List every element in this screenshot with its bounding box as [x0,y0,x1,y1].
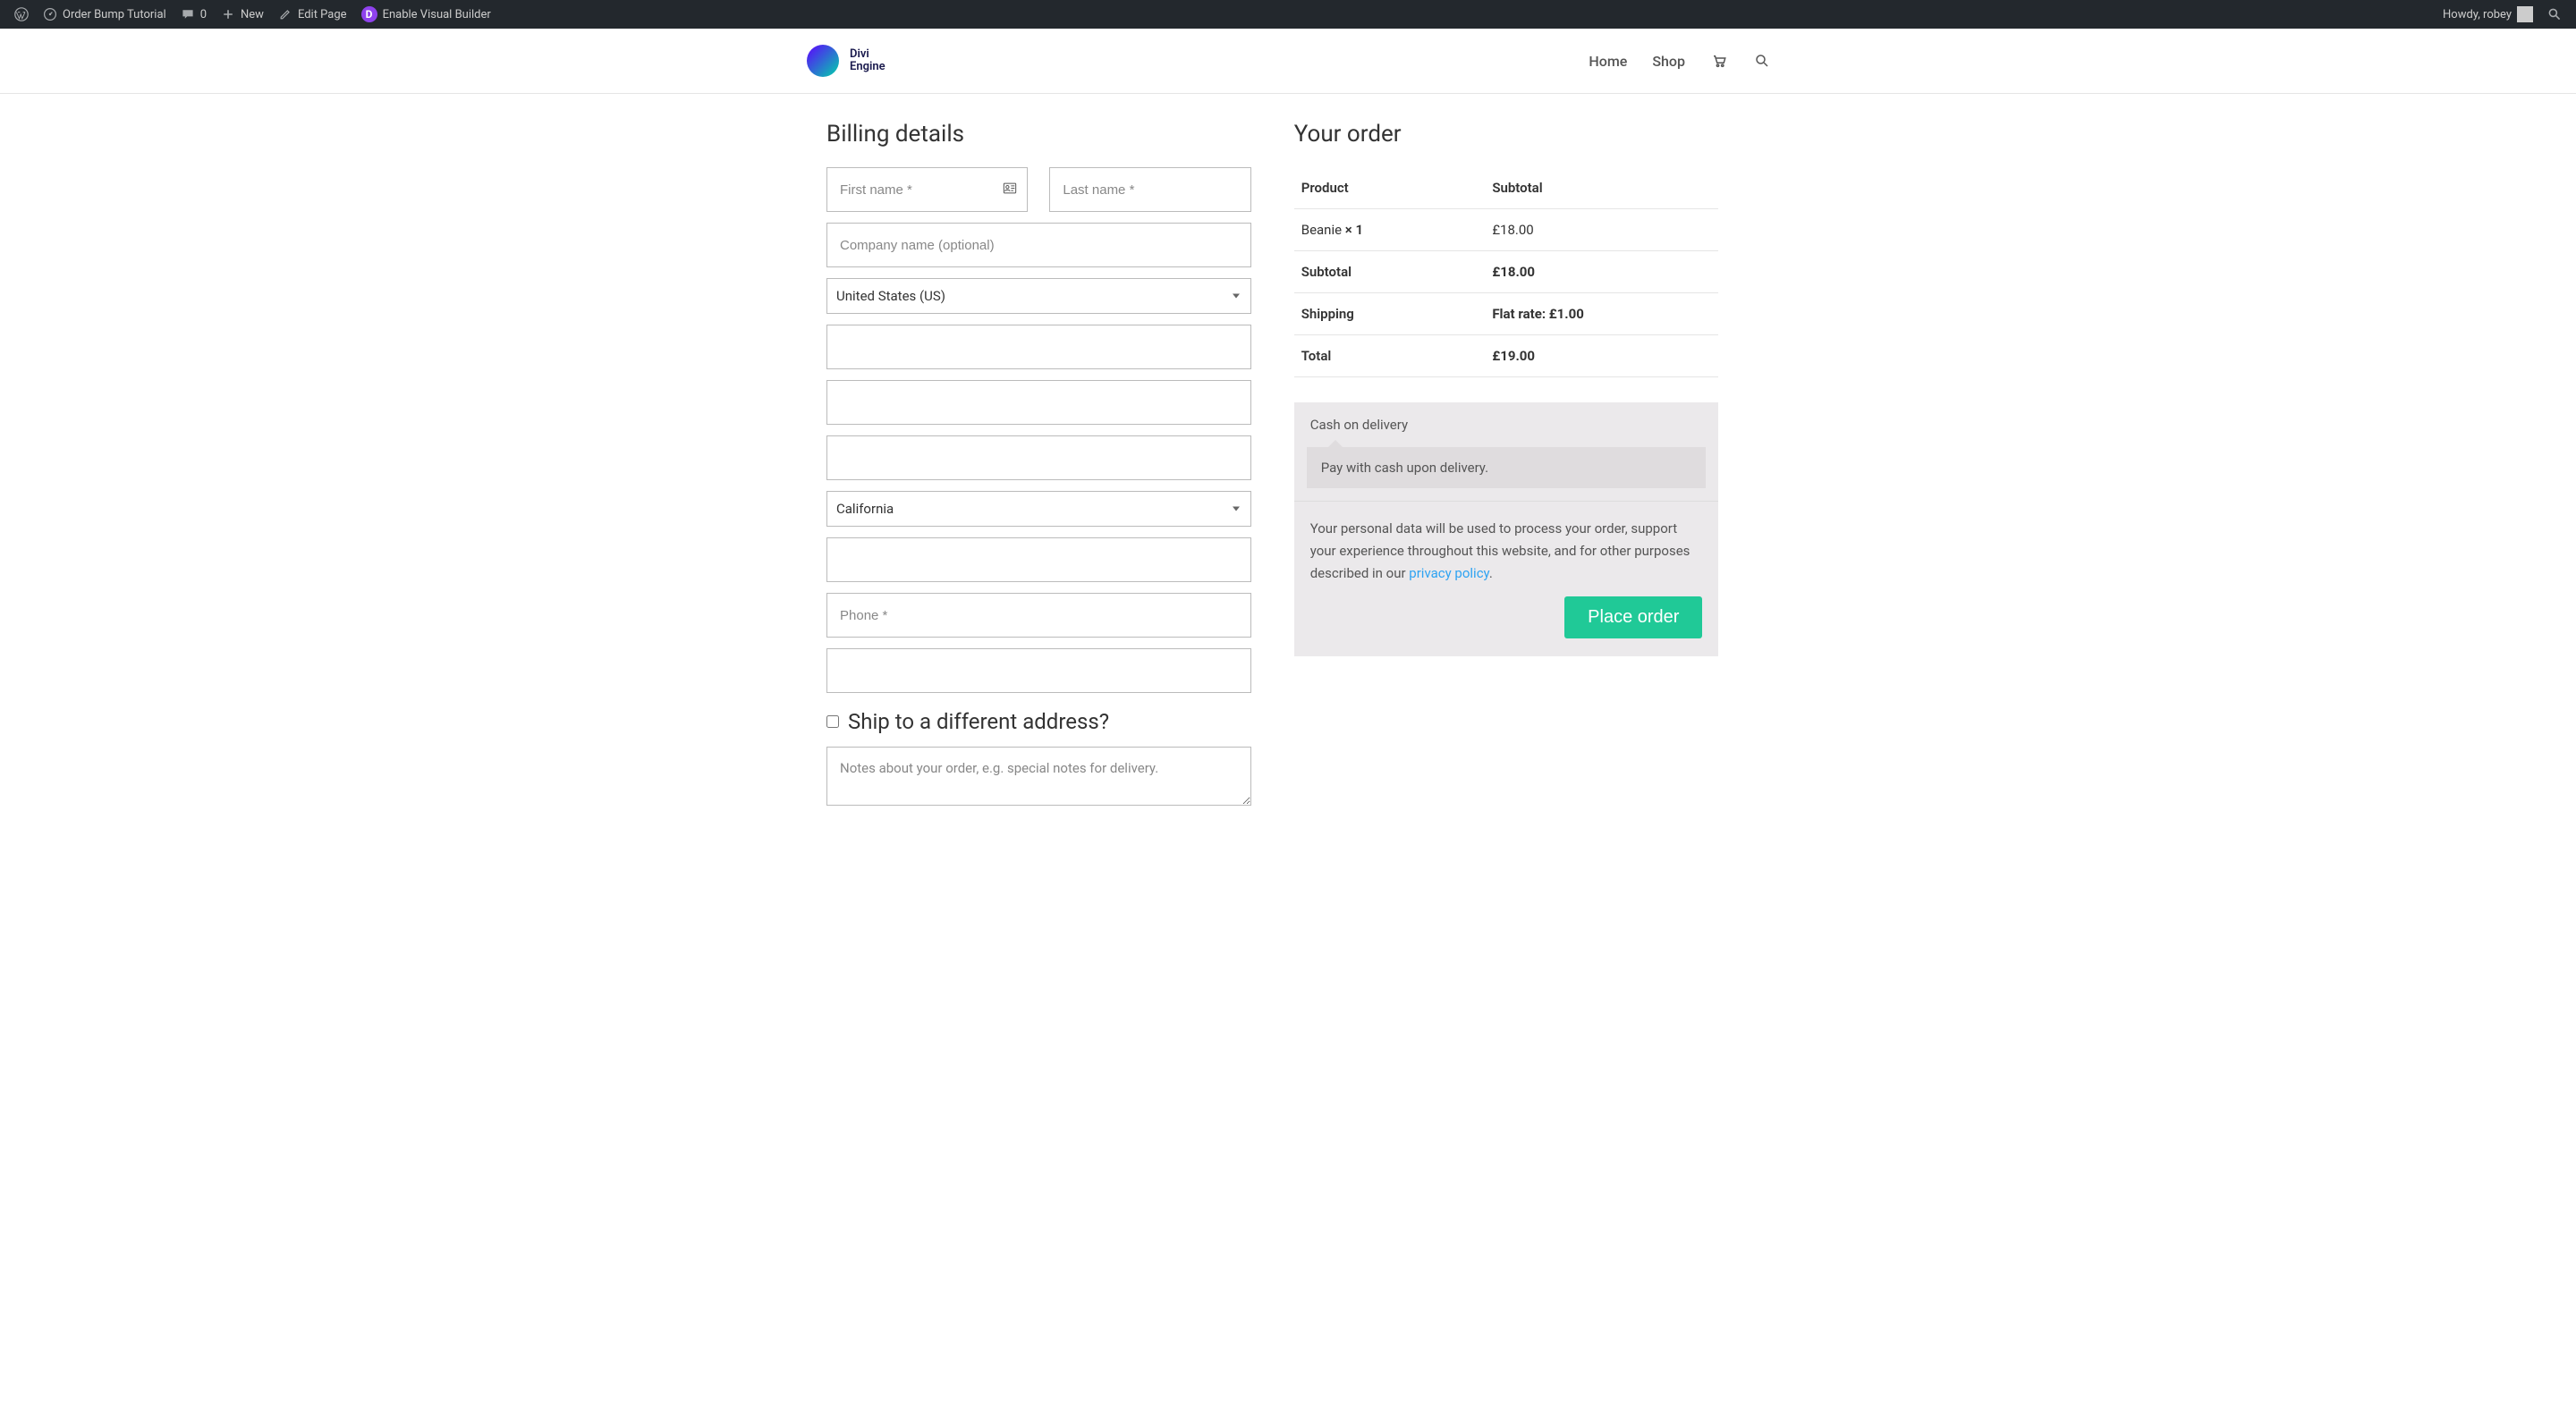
howdy-text: Howdy, robey [2443,8,2512,21]
subtotal-row: Subtotal £18.00 [1294,251,1719,293]
billing-details-column: Billing details United States (US) [826,121,1251,820]
order-item-name: Beanie × 1 [1294,209,1486,251]
shipping-label: Shipping [1294,293,1486,335]
payment-method-description: Pay with cash upon delivery. [1307,447,1707,488]
privacy-policy-link[interactable]: privacy policy [1409,565,1489,581]
total-row: Total £19.00 [1294,335,1719,377]
nav-shop[interactable]: Shop [1652,53,1685,70]
admin-search[interactable] [2540,0,2569,29]
dashboard-icon [43,7,57,21]
comment-icon [181,7,195,21]
site-name-menu[interactable]: Order Bump Tutorial [36,0,174,29]
new-label: New [241,8,264,21]
shipping-value: Flat rate: £1.00 [1485,293,1718,335]
state-selected-label: California [836,501,894,517]
user-account-menu[interactable]: Howdy, robey [2436,0,2540,29]
plus-icon [221,7,235,21]
payment-method-cod[interactable]: Cash on delivery [1294,402,1719,436]
order-title: Your order [1294,121,1719,148]
order-item-price: £18.00 [1485,209,1718,251]
email-field[interactable] [826,648,1251,693]
place-order-box: Your personal data will be used to proce… [1294,502,1719,656]
admin-bar-right: Howdy, robey [2436,0,2569,29]
checkout-page: Billing details United States (US) [805,121,1771,820]
divi-icon: D [361,6,377,22]
city-field[interactable] [826,435,1251,480]
ship-different-label[interactable]: Ship to a different address? [848,709,1109,734]
edit-page-label: Edit Page [298,8,347,21]
last-name-field[interactable] [1049,167,1250,212]
order-notes-field[interactable] [826,747,1251,806]
company-name-field[interactable] [826,223,1251,267]
comments-menu[interactable]: 0 [174,0,214,29]
postcode-field[interactable] [826,537,1251,582]
wp-admin-bar: Order Bump Tutorial 0 New Edit Page D En… [0,0,2576,29]
logo-icon [805,43,841,79]
edit-page-menu[interactable]: Edit Page [271,0,354,29]
site-logo[interactable]: Divi Engine [805,43,886,79]
product-header: Product [1294,167,1486,209]
visual-builder-label: Enable Visual Builder [383,8,491,21]
pencil-icon [278,7,292,21]
main-nav: Home Shop [1589,52,1771,70]
your-order-column: Your order Product Subtotal Beanie × 1 £… [1294,121,1719,820]
order-review-table: Product Subtotal Beanie × 1 £18.00 Subto… [1294,167,1719,377]
order-item-row: Beanie × 1 £18.00 [1294,209,1719,251]
avatar [2517,6,2533,22]
subtotal-value: £18.00 [1485,251,1718,293]
first-name-field[interactable] [826,167,1028,212]
site-header: Divi Engine Home Shop [0,29,2576,94]
state-select[interactable]: California [826,491,1251,527]
phone-field[interactable] [826,593,1251,638]
street-address-2-field[interactable] [826,380,1251,425]
search-icon [2547,7,2562,21]
admin-bar-left: Order Bump Tutorial 0 New Edit Page D En… [7,0,498,29]
search-icon[interactable] [1753,52,1771,70]
new-content-menu[interactable]: New [214,0,271,29]
wp-logo-menu[interactable] [7,0,36,29]
wordpress-icon [14,7,29,21]
site-title: Order Bump Tutorial [63,8,166,21]
payment-methods-box: Cash on delivery Pay with cash upon deli… [1294,402,1719,502]
logo-text: Divi Engine [850,48,886,74]
contact-icon [1003,182,1017,199]
billing-title: Billing details [826,121,1251,148]
place-order-button[interactable]: Place order [1564,596,1702,638]
ship-different-checkbox[interactable] [826,715,839,728]
total-label: Total [1294,335,1486,377]
divi-visual-builder[interactable]: D Enable Visual Builder [354,0,498,29]
subtotal-label: Subtotal [1294,251,1486,293]
country-select[interactable]: United States (US) [826,278,1251,314]
nav-home[interactable]: Home [1589,53,1627,70]
country-selected-label: United States (US) [836,288,945,304]
cart-icon[interactable] [1710,52,1728,70]
subtotal-header: Subtotal [1485,167,1718,209]
privacy-policy-text: Your personal data will be used to proce… [1310,518,1703,584]
comments-count: 0 [200,8,207,21]
ship-different-row: Ship to a different address? [826,709,1251,734]
shipping-row: Shipping Flat rate: £1.00 [1294,293,1719,335]
street-address-field[interactable] [826,325,1251,369]
total-value: £19.00 [1485,335,1718,377]
